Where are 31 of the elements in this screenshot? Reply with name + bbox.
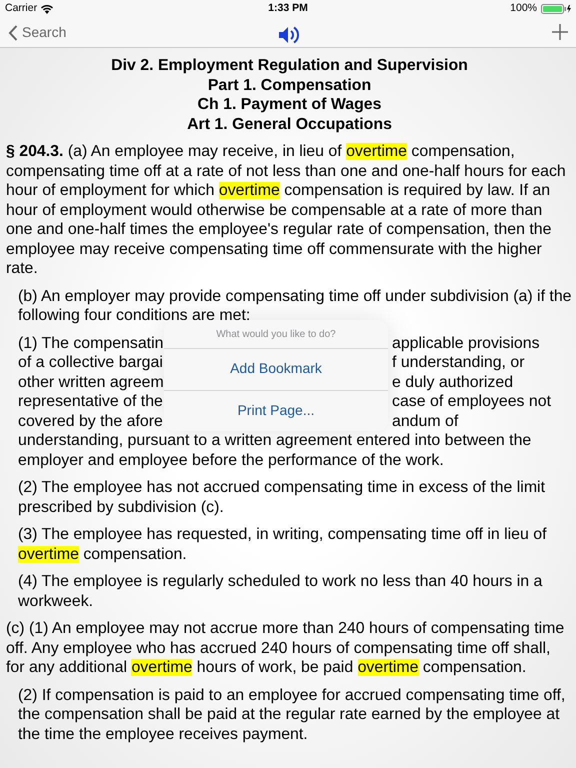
text-fragment: andum of — [391, 412, 460, 431]
battery-label: 100% — [510, 1, 537, 16]
text-fragment: applicable provisions — [391, 334, 541, 353]
paragraph: (2) The employee has not accrued compensating time in excess of the limit prescribed by subdivision (c). — [18, 478, 546, 517]
chevron-left-icon — [8, 24, 18, 40]
popover-action[interactable]: Print Page... — [164, 390, 388, 430]
text-fragment: f understanding, or — [391, 353, 526, 372]
paragraph: (c) (1) An employee may not accrue more than 240 hours of compensating time off. Any employee who has accrued 240 hours of compensating time off shall, for any additional overtime hours of work, be paid overtime compensation. — [6, 619, 566, 678]
paragraph-text: understanding, pursuant to a written agreement entered into between the employer and employee before the performance of the work. — [18, 431, 532, 470]
text-fragment: of a collective bargai — [18, 353, 164, 372]
paragraph: (2) If compensation is paid to an employee for accrued compensating time off, the compensation shall be paid at the regular rate earned by the employee at the time the employee receives payment. — [18, 686, 566, 744]
back-button[interactable]: Search — [8, 22, 66, 43]
popover-action[interactable]: Add Bookmark — [164, 348, 388, 390]
carrier-label: Carrier — [5, 1, 38, 16]
paragraph: (4) The employee is regularly scheduled to work no less than 40 hours in a workweek. — [18, 572, 544, 611]
section-heading: Div 2. Employment Regulation and Supervision — [110, 56, 469, 76]
section-heading: Part 1. Compensation — [206, 76, 372, 95]
time-label: 1:33 PM — [268, 1, 308, 16]
section-heading: Ch 1. Payment of Wages — [196, 95, 382, 114]
popover-title: What would you like to do? — [164, 320, 388, 348]
text-fragment: covered by the afore — [18, 412, 164, 431]
paragraph: (3) The employee has requested, in writing, compensating time off in lieu of overtime compensation. — [18, 525, 548, 564]
text-fragment: case of employees not — [391, 392, 552, 412]
text-fragment: representative of the — [18, 392, 164, 412]
text-fragment: other written agreem — [18, 372, 164, 392]
paragraph: § 204.3. (a) An employee may receive, in lieu of overtime compensation, compensating time off at a rate of not less than one and one-half hours for each hour of employment for which overtime compensation is required by law. If an hour of employment would otherwise be compensable at a rate of more than one and one-half times the employee's regular rate of compensation, then the employee may receive compensating time off commensurate with the higher rate. — [6, 142, 567, 278]
battery-icon — [541, 4, 571, 14]
wifi-icon — [41, 4, 54, 14]
text-fragment: e duly authorized — [391, 372, 514, 392]
text-fragment: (1) The compensatin — [18, 334, 164, 353]
section-heading: Art 1. General Occupations — [186, 114, 393, 134]
